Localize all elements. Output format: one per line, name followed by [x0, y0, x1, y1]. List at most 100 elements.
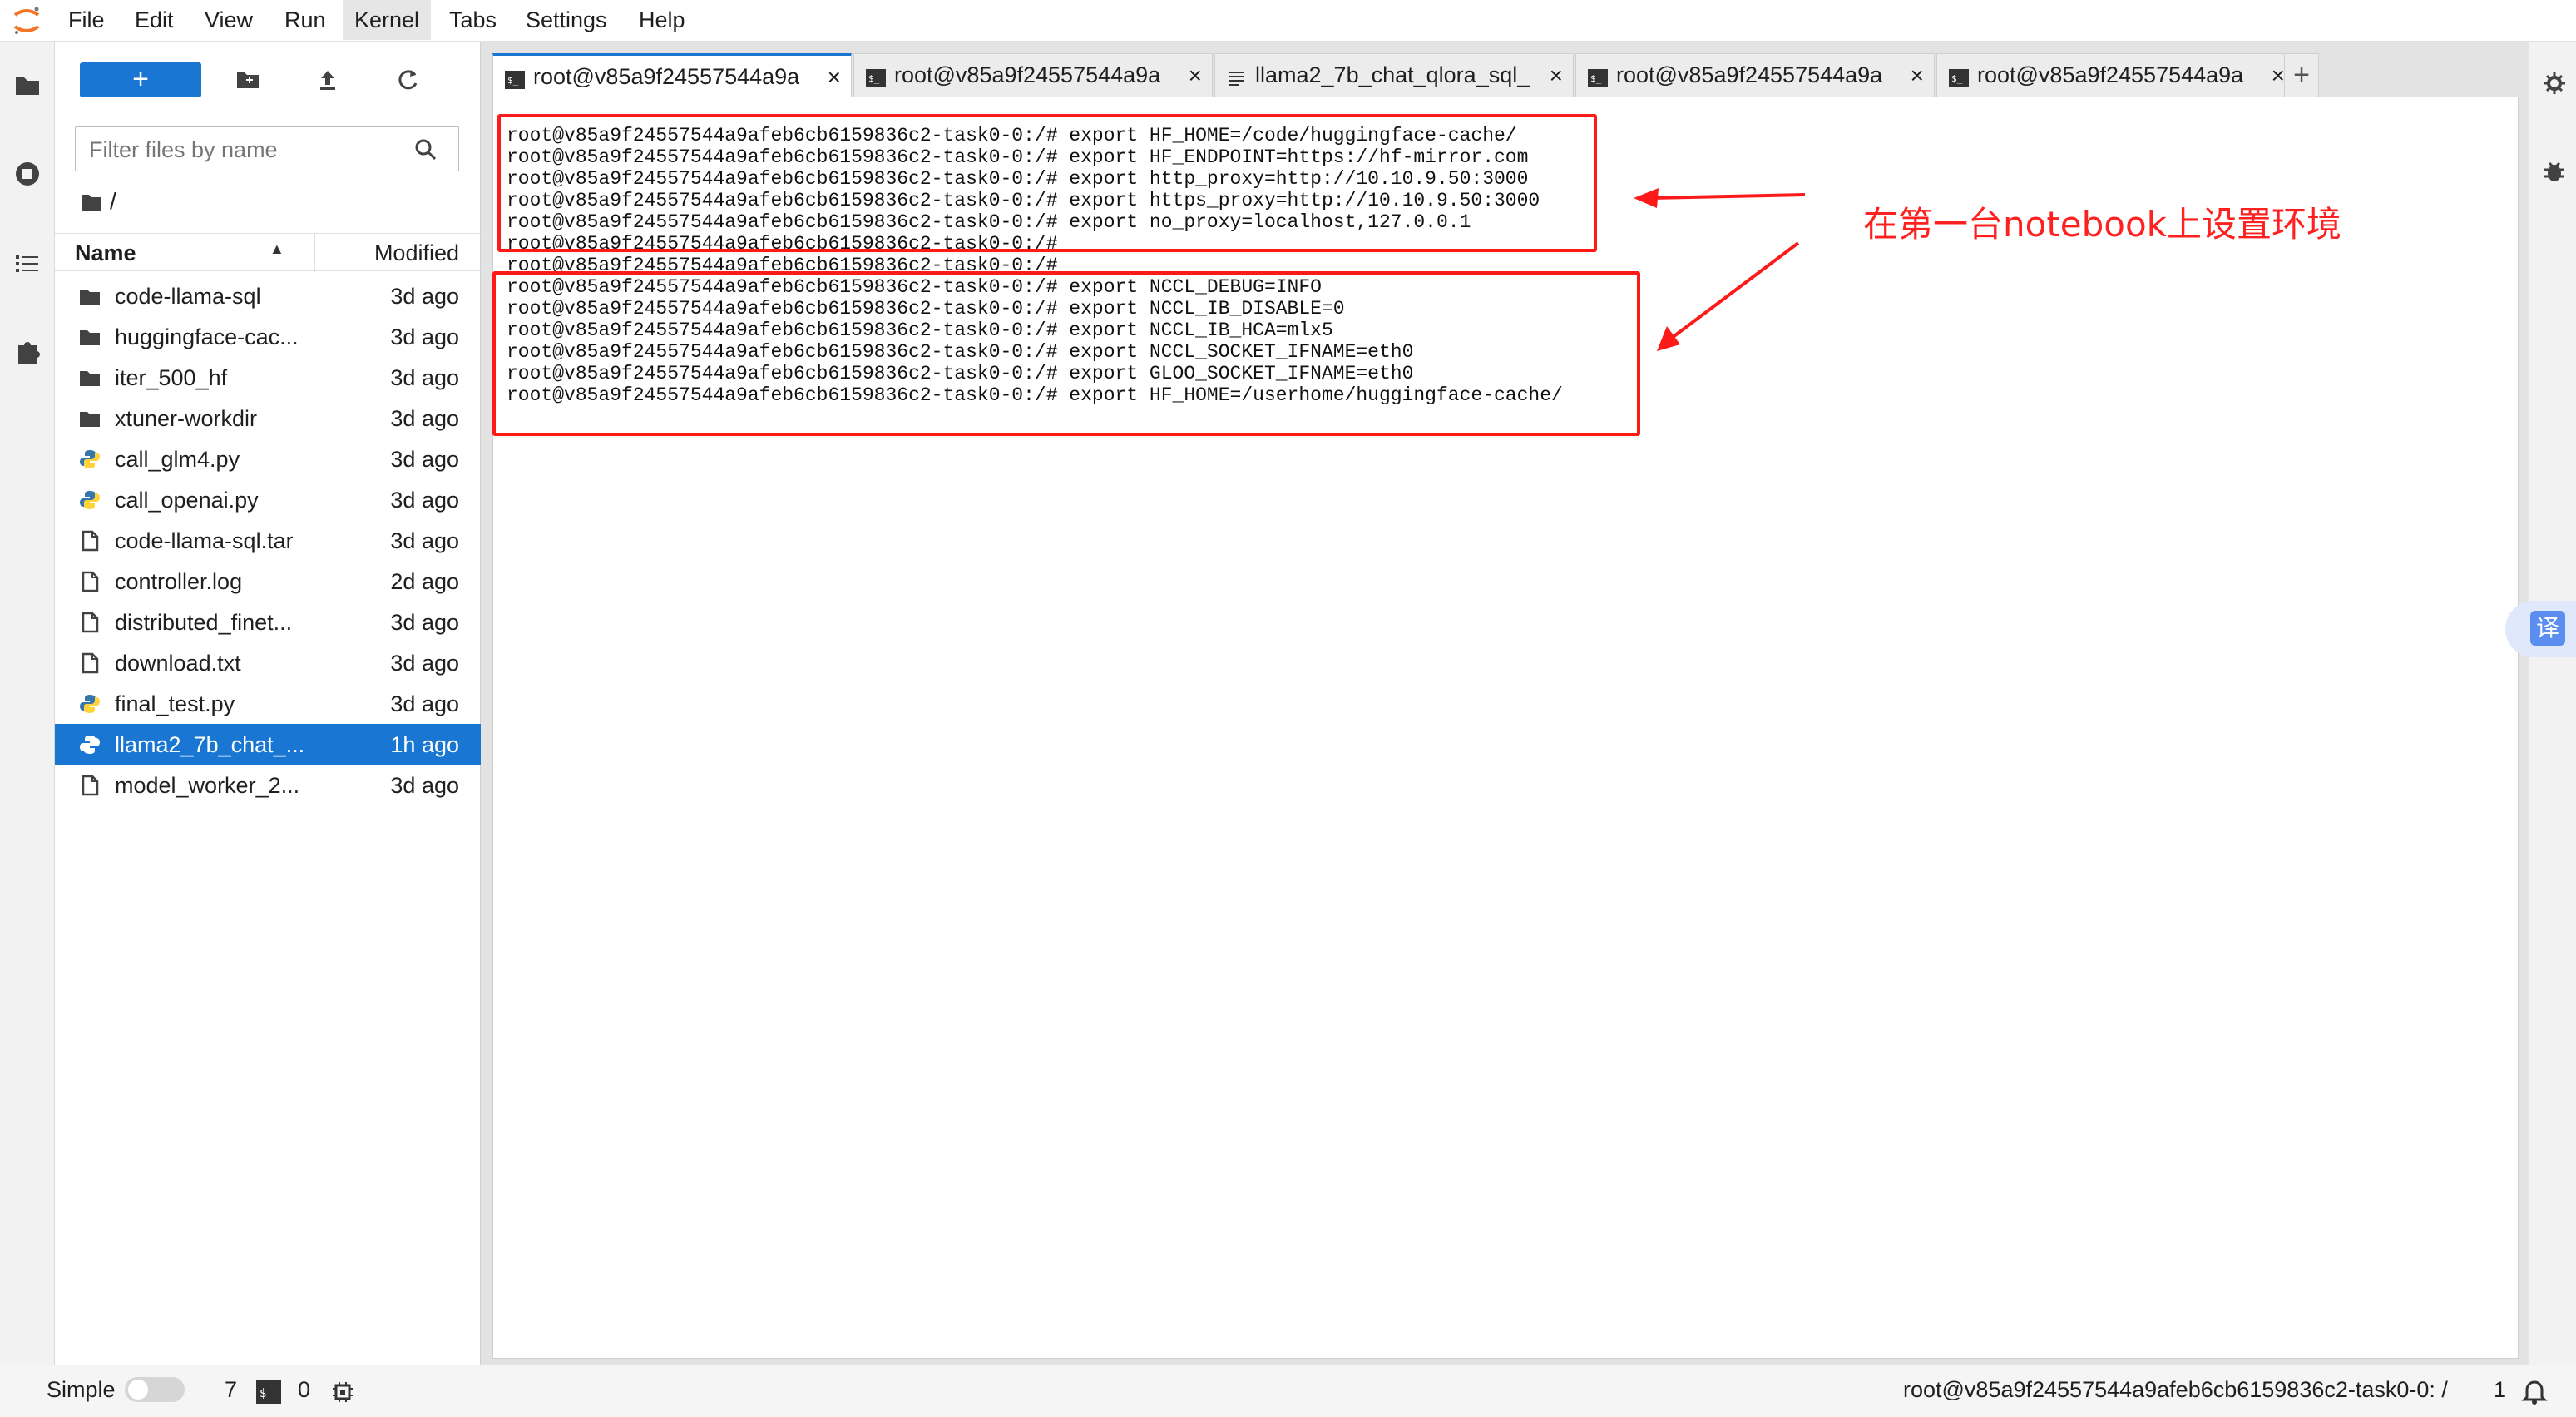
running-sessions-icon[interactable] [8, 155, 47, 193]
svg-text:$_: $_ [868, 73, 880, 84]
tab-label: root@v85a9f24557544a9a [1616, 62, 1883, 87]
annotation-text: 在第一台notebook上设置环境 [1863, 204, 2341, 245]
new-launcher-button[interactable]: + [80, 62, 201, 97]
file-list-item[interactable]: huggingface-cac... 3d ago [55, 316, 481, 357]
column-divider [314, 234, 315, 272]
python-icon [78, 692, 101, 716]
file-list-item[interactable]: code-llama-sql.tar 3d ago [55, 520, 481, 561]
file-modified: 1h ago [390, 732, 459, 757]
terminal-icon: $_ [505, 69, 525, 89]
file-modified: 3d ago [390, 691, 459, 716]
text-file-icon [1227, 67, 1247, 86]
file-icon [78, 774, 101, 797]
menu-bar: File Edit View Run Kernel Tabs Settings … [0, 0, 2576, 42]
svg-text:$_: $_ [1951, 73, 1963, 84]
file-name: call_glm4.py [115, 447, 240, 472]
translate-button[interactable]: 译 [2505, 601, 2576, 657]
folder-icon [78, 325, 101, 349]
file-name: code-llama-sql [115, 284, 261, 309]
notifications-count[interactable]: 1 [2494, 1377, 2506, 1403]
menu-tabs[interactable]: Tabs [438, 0, 508, 40]
folder-icon[interactable] [8, 67, 47, 105]
file-name: llama2_7b_chat_... [115, 732, 305, 757]
file-list-item[interactable]: call_openai.py 3d ago [55, 479, 481, 520]
annotation-highlight-box-2 [492, 271, 1640, 436]
file-modified: 3d ago [390, 773, 459, 798]
debugger-bug-icon[interactable] [2541, 158, 2568, 185]
tab-label: root@v85a9f24557544a9a [533, 64, 800, 89]
file-list-item[interactable]: iter_500_hf 3d ago [55, 357, 481, 398]
file-list-item[interactable]: code-llama-sql 3d ago [55, 275, 481, 316]
close-icon[interactable]: × [1189, 62, 1202, 89]
terminal-icon: $_ [1588, 67, 1608, 87]
tab-2[interactable]: $_ root@v85a9f24557544a9a × [853, 53, 1213, 97]
tab-label: root@v85a9f24557544a9a [1977, 62, 2244, 87]
close-icon[interactable]: × [1911, 62, 1924, 89]
new-folder-icon[interactable] [233, 65, 263, 95]
sort-ascending-icon: ▲ [269, 240, 284, 257]
terminal-icon: $_ [866, 67, 886, 87]
tab-5[interactable]: $_ root@v85a9f24557544a9a × [1936, 53, 2296, 97]
file-modified: 3d ago [390, 406, 459, 431]
breadcrumb-root[interactable]: / [110, 188, 116, 215]
menu-help[interactable]: Help [627, 0, 697, 40]
tab-4[interactable]: $_ root@v85a9f24557544a9a × [1575, 53, 1935, 97]
file-modified: 3d ago [390, 488, 459, 513]
file-modified: 3d ago [390, 610, 459, 635]
simple-mode-toggle[interactable] [125, 1377, 185, 1402]
terminal-icon: $_ [256, 1380, 281, 1404]
folder-icon [78, 366, 101, 389]
file-list-item[interactable]: llama2_7b_chat_... 1h ago [55, 724, 481, 765]
menu-run[interactable]: Run [273, 0, 338, 40]
extensions-puzzle-icon[interactable] [8, 333, 47, 371]
tab-3[interactable]: llama2_7b_chat_qlora_sql_ × [1214, 53, 1574, 97]
filter-files-input[interactable] [87, 134, 407, 166]
python-icon [78, 448, 101, 471]
column-header-modified[interactable]: Modified [374, 240, 459, 266]
close-icon[interactable]: × [828, 64, 841, 91]
close-icon[interactable]: × [2272, 62, 2285, 89]
tab-label: llama2_7b_chat_qlora_sql_ [1255, 62, 1530, 87]
file-modified: 3d ago [390, 528, 459, 553]
left-activity-bar [0, 42, 55, 1365]
file-list-item[interactable]: call_glm4.py 3d ago [55, 438, 481, 479]
notification-bell-icon[interactable] [2520, 1377, 2549, 1405]
jupyter-logo-icon [13, 7, 40, 34]
close-icon[interactable]: × [1550, 62, 1563, 89]
file-name: final_test.py [115, 691, 235, 716]
file-name: xtuner-workdir [115, 406, 258, 431]
tab-1[interactable]: $_ root@v85a9f24557544a9a × [492, 53, 852, 99]
upload-icon[interactable] [313, 65, 343, 95]
file-list-item[interactable]: model_worker_2... 3d ago [55, 765, 481, 805]
file-list-item[interactable]: xtuner-workdir 3d ago [55, 398, 481, 438]
file-list-item[interactable]: distributed_finet... 3d ago [55, 602, 481, 642]
file-modified: 3d ago [390, 365, 459, 390]
menu-settings[interactable]: Settings [514, 0, 619, 40]
column-header-name[interactable]: Name [75, 240, 136, 266]
menu-view[interactable]: View [193, 0, 265, 40]
file-icon [78, 529, 101, 552]
status-bar: Simple 7 $_ 0 root@v85a9f24557544a9afeb6… [0, 1365, 2576, 1417]
file-icon [78, 570, 101, 593]
add-tab-button[interactable]: + [2284, 53, 2319, 97]
annotation-highlight-box-1 [497, 114, 1597, 252]
file-list-item[interactable]: download.txt 3d ago [55, 642, 481, 683]
file-name: code-llama-sql.tar [115, 528, 294, 553]
menu-file[interactable]: File [57, 0, 116, 40]
menu-edit[interactable]: Edit [123, 0, 185, 40]
file-list-item[interactable]: controller.log 2d ago [55, 561, 481, 602]
menu-kernel[interactable]: Kernel [343, 0, 432, 40]
terminals-count[interactable]: 7 [225, 1377, 237, 1403]
right-sidebar [2529, 42, 2576, 1365]
folder-icon [78, 285, 101, 308]
translate-icon: 译 [2530, 611, 2565, 646]
property-inspector-gear-icon[interactable] [2541, 70, 2568, 97]
filter-files-field[interactable] [75, 126, 459, 171]
folder-icon[interactable] [80, 191, 103, 213]
kernels-count[interactable]: 0 [298, 1377, 310, 1403]
svg-text:$_: $_ [507, 75, 519, 86]
table-of-contents-icon[interactable] [8, 245, 47, 283]
file-list-item[interactable]: final_test.py 3d ago [55, 683, 481, 724]
kernel-cpu-icon [333, 1382, 353, 1402]
refresh-icon[interactable] [393, 65, 423, 95]
